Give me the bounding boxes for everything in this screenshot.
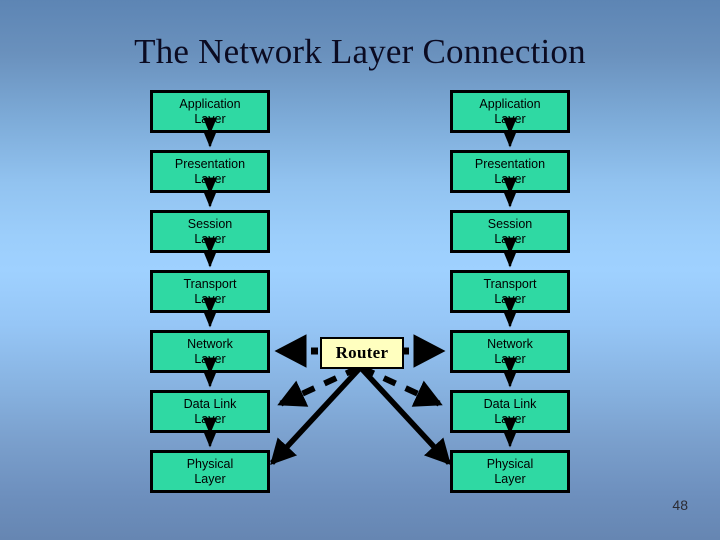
layer-box-right-transport[interactable]: Transport Layer [450,270,570,313]
layer-label: Physical Layer [186,456,234,486]
layer-box-left-physical[interactable]: Physical Layer [150,450,270,493]
layer-label: Data Link Layer [183,396,237,426]
router-label: Router [335,343,389,362]
layer-box-right-presentation[interactable]: Presentation Layer [450,150,570,193]
layer-box-right-datalink[interactable]: Data Link Layer [450,390,570,433]
layer-label: Session Layer [487,216,533,246]
layer-label: Physical Layer [486,456,534,486]
layer-label: Network Layer [187,336,233,366]
layer-box-left-presentation[interactable]: Presentation Layer [150,150,270,193]
layer-box-right-application[interactable]: Application Layer [450,90,570,133]
layer-box-right-network[interactable]: Network Layer [450,330,570,373]
layer-label: Network Layer [487,336,533,366]
router-node[interactable]: Router [320,337,404,369]
page-number: 48 [672,497,688,513]
layer-label: Transport Layer [483,276,537,306]
router-link-left-physical [269,366,363,466]
connector-arrows-layer [203,117,517,466]
layer-label: Presentation Layer [474,156,546,186]
layer-box-right-session[interactable]: Session Layer [450,210,570,253]
layer-label: Data Link Layer [483,396,537,426]
slide-canvas: The Network Layer Connection Application… [0,0,720,540]
layer-box-left-session[interactable]: Session Layer [150,210,270,253]
page-title: The Network Layer Connection [134,32,586,71]
layer-box-right-physical[interactable]: Physical Layer [450,450,570,493]
layer-box-left-transport[interactable]: Transport Layer [150,270,270,313]
layer-label: Application Layer [479,96,541,126]
layer-box-left-application[interactable]: Application Layer [150,90,270,133]
layer-label: Presentation Layer [174,156,246,186]
layer-box-left-datalink[interactable]: Data Link Layer [150,390,270,433]
layer-label: Transport Layer [183,276,237,306]
router-link-right-physical [358,366,452,466]
router-link-right-datalink [360,365,443,407]
layer-box-left-network[interactable]: Network Layer [150,330,270,373]
router-link-left-datalink [277,365,360,407]
layer-label: Application Layer [179,96,241,126]
layer-label: Session Layer [187,216,233,246]
